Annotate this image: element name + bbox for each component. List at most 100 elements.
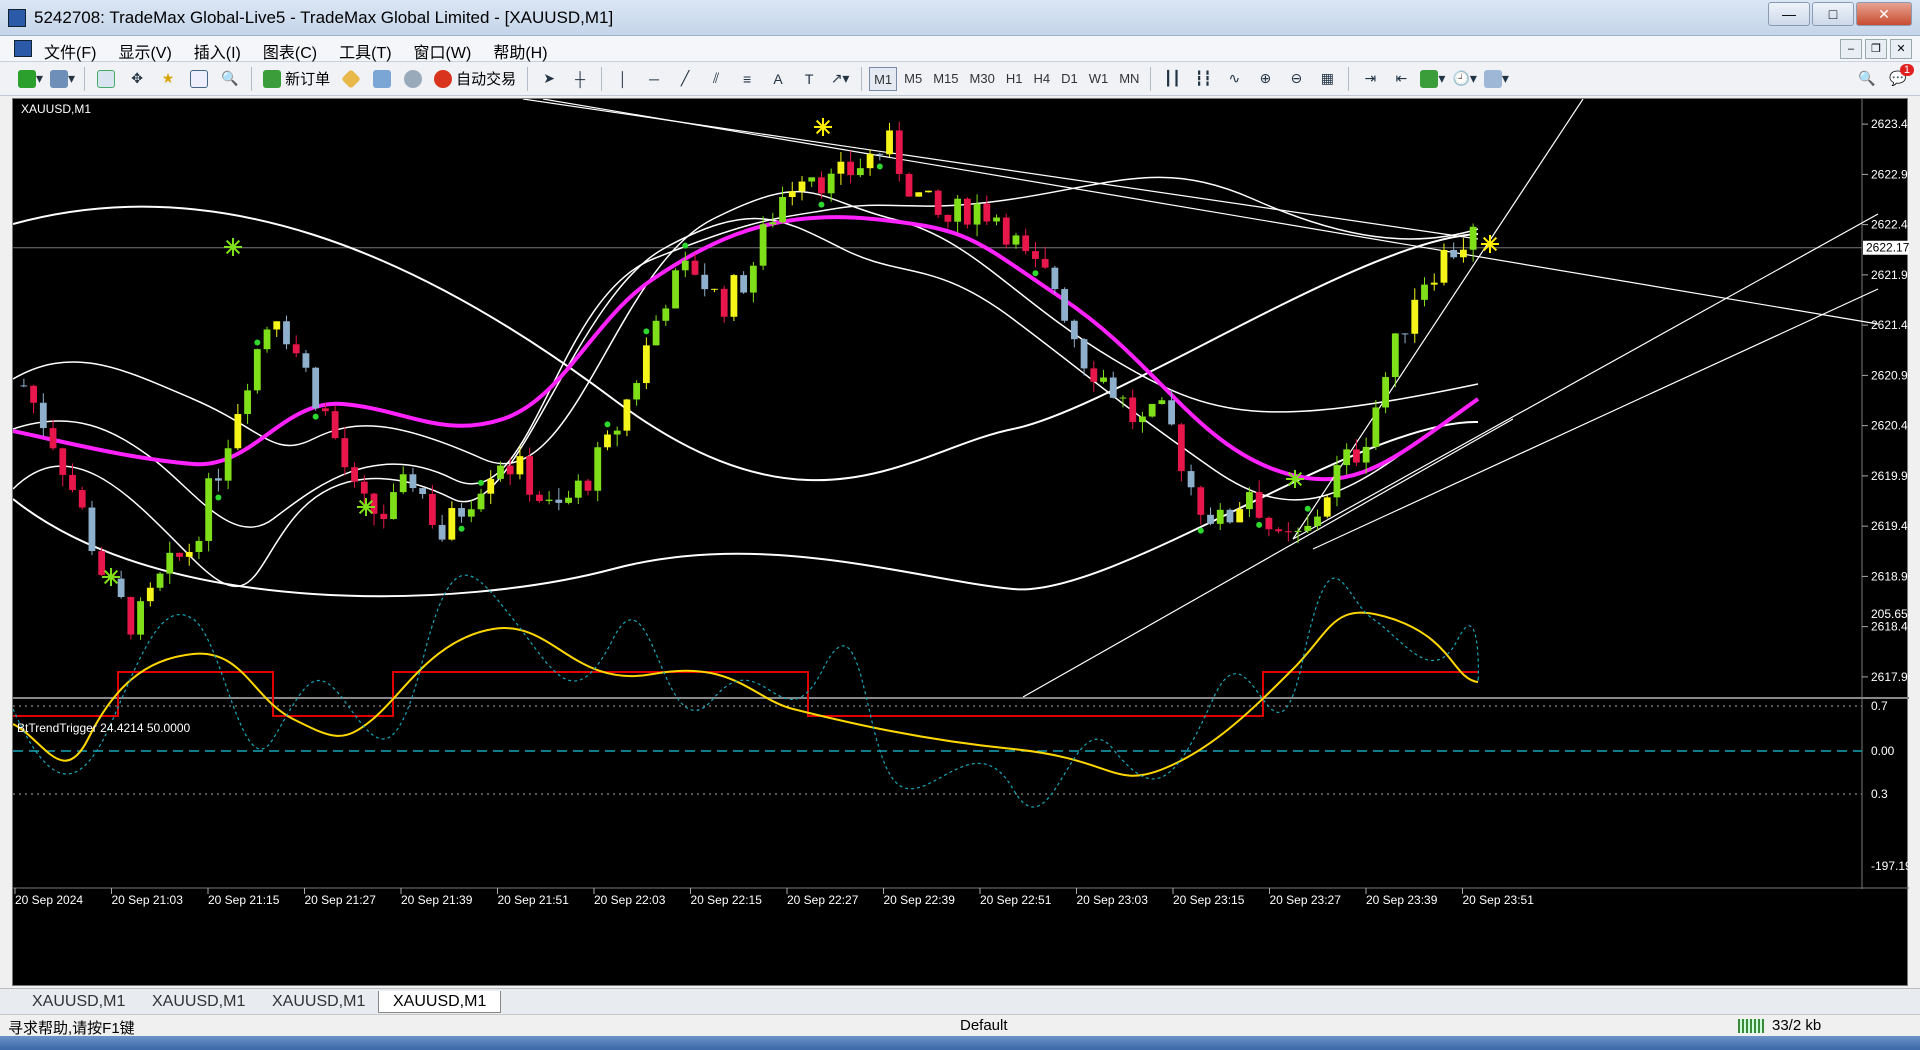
horizontal-line-tool[interactable]: ─ — [640, 66, 668, 92]
timeframe-m5[interactable]: M5 — [900, 67, 926, 91]
candle-body — [681, 260, 689, 271]
menu-window[interactable]: 窗口(W) — [414, 39, 472, 63]
indicator-tick-label: 0.7 — [1871, 699, 1888, 713]
time-tick-label: 20 Sep 22:39 — [884, 893, 956, 907]
candle-body — [1187, 471, 1195, 488]
candle-body — [876, 153, 884, 155]
candle-body — [1372, 407, 1380, 447]
price-tick-label: 2619.40 — [1871, 519, 1909, 533]
menu-help[interactable]: 帮助(H) — [493, 39, 547, 63]
candle-body — [993, 217, 1000, 222]
bar-chart-button[interactable]: ┃┃ — [1158, 66, 1186, 92]
chart-tab-3[interactable]: XAUUSD,M1 — [258, 991, 379, 1013]
price-tick-label: 2621.40 — [1871, 318, 1909, 332]
signal-star-marker — [1286, 470, 1304, 488]
candle-body — [146, 587, 154, 602]
minimize-button[interactable]: — — [1768, 2, 1810, 26]
metaeditor-button[interactable] — [337, 66, 365, 92]
candle-body — [312, 367, 320, 409]
chart-window[interactable]: 2623.40 2622.90 2622.40 2621.90 2621.40 2620.… — [12, 98, 1920, 987]
community-button[interactable] — [399, 66, 427, 92]
candle-body — [963, 198, 971, 225]
timeframe-d1[interactable]: D1 — [1057, 67, 1082, 91]
signals-button[interactable] — [368, 66, 396, 92]
text-tool[interactable]: A — [764, 66, 792, 92]
candle-body — [428, 493, 436, 525]
cursor-icon: ➤ — [543, 70, 555, 86]
crosshair-tool[interactable]: ┼ — [566, 66, 594, 92]
market-watch-button[interactable] — [92, 66, 120, 92]
status-traffic: 33/2 kb — [1772, 1017, 1822, 1034]
magnifier-chart-icon: 🔍 — [221, 70, 239, 86]
chart-tab-4[interactable]: XAUUSD,M1 — [378, 991, 502, 1013]
chart-shift-button[interactable]: ⇤ — [1387, 66, 1415, 92]
candle-body — [1391, 333, 1399, 378]
text-icon: A — [773, 70, 783, 87]
candle-body — [1148, 403, 1156, 417]
timeframe-m1[interactable]: M1 — [869, 66, 898, 91]
auto-trading-button[interactable]: 自动交易 — [430, 66, 520, 92]
candle-body — [49, 428, 57, 449]
navigator-button[interactable]: ★ — [154, 66, 182, 92]
auto-scroll-button[interactable]: ⇥ — [1356, 66, 1384, 92]
indicator-label: BtTrendTrigger 24.4214 50.0000 — [17, 721, 191, 735]
fibonacci-tool[interactable]: ≡ — [733, 66, 761, 92]
timeframe-w1[interactable]: W1 — [1085, 67, 1113, 91]
mdi-close-button[interactable]: ✕ — [1890, 39, 1912, 59]
time-tick-label: 20 Sep 2024 — [15, 893, 83, 907]
metaeditor-icon — [341, 68, 361, 89]
time-tick-label: 20 Sep 23:27 — [1270, 893, 1342, 907]
timeframe-h4[interactable]: H4 — [1029, 67, 1054, 91]
trendline-channel-1 — [1292, 213, 1879, 540]
text-label-tool[interactable]: T — [795, 66, 823, 92]
candle-body — [1012, 235, 1020, 245]
templates-button[interactable]: ▾ — [1482, 66, 1511, 92]
maximize-button[interactable]: □ — [1812, 2, 1854, 26]
trendline-tool[interactable]: ╱ — [671, 66, 699, 92]
menu-file[interactable]: 文件(F) — [44, 39, 96, 63]
menu-view[interactable]: 显示(V) — [118, 39, 171, 63]
vertical-line-tool[interactable]: │ — [609, 66, 637, 92]
zoom-in-button[interactable]: ⊕ — [1251, 66, 1279, 92]
connection-icon — [1738, 1019, 1764, 1033]
chart-tab-2[interactable]: XAUUSD,M1 — [138, 991, 259, 1013]
candle-body — [448, 508, 456, 540]
arrows-tool[interactable]: ↗▾ — [826, 66, 854, 92]
data-window-button[interactable]: ✥ — [123, 66, 151, 92]
timeframe-h1[interactable]: H1 — [1002, 67, 1027, 91]
timeframe-m15[interactable]: M15 — [929, 67, 962, 91]
new-chart-button[interactable]: ▾ — [16, 66, 45, 92]
candle-body — [623, 399, 631, 431]
candle-chart-button[interactable]: ┇┇ — [1189, 66, 1217, 92]
candle-body — [535, 494, 543, 502]
profiles-button[interactable]: ▾ — [48, 66, 77, 92]
chart-tab-1[interactable]: XAUUSD,M1 — [18, 991, 139, 1013]
mdi-restore-button[interactable]: ❐ — [1865, 39, 1887, 59]
candle-body — [526, 456, 534, 495]
strategy-tester-button[interactable]: 🔍 — [216, 66, 244, 92]
periods-button[interactable]: 🕘 ▾ — [1450, 66, 1478, 92]
zoom-out-button[interactable]: ⊖ — [1282, 66, 1310, 92]
cursor-tool[interactable]: ➤ — [535, 66, 563, 92]
mdi-minimize-button[interactable]: – — [1840, 39, 1862, 59]
notifications-button[interactable]: 💬 1 — [1884, 63, 1914, 92]
close-button[interactable]: ✕ — [1856, 2, 1912, 26]
menu-insert[interactable]: 插入(I) — [194, 39, 241, 63]
tile-windows-button[interactable]: ▦ — [1313, 66, 1341, 92]
clock-icon: 🕘 — [1452, 70, 1470, 86]
new-order-button[interactable]: 新订单 — [259, 66, 334, 92]
timeframe-m30[interactable]: M30 — [966, 67, 999, 91]
channel-tool[interactable]: ⫽ — [702, 66, 730, 92]
menu-tools[interactable]: 工具(T) — [339, 39, 391, 63]
search-button[interactable]: 🔍 — [1853, 66, 1881, 92]
new-chart-icon — [18, 69, 36, 88]
candle-body — [730, 275, 738, 317]
line-chart-button[interactable]: ∿ — [1220, 66, 1248, 92]
terminal-button[interactable] — [185, 66, 213, 92]
candle-body — [390, 492, 397, 520]
price-chart[interactable]: 2623.40 2622.90 2622.40 2621.90 2621.40 2620.… — [12, 98, 1920, 987]
candle-body — [954, 198, 962, 222]
menu-charts[interactable]: 图表(C) — [263, 39, 317, 63]
indicators-button[interactable]: ▾ — [1418, 66, 1447, 92]
timeframe-mn[interactable]: MN — [1115, 67, 1143, 91]
